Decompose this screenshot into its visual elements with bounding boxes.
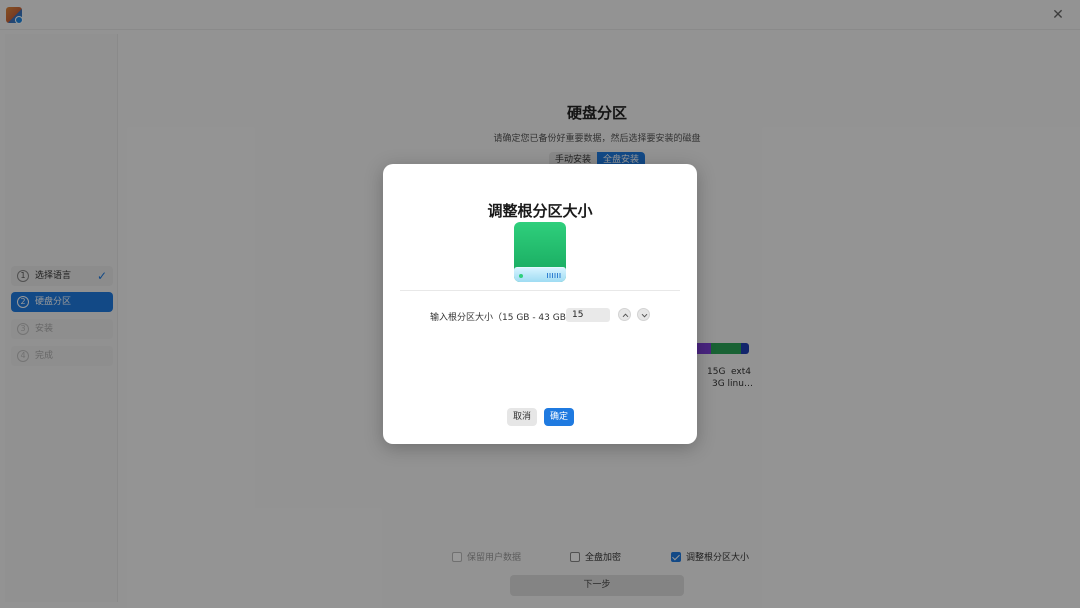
confirm-button[interactable]: 确定 (544, 408, 574, 426)
cancel-button[interactable]: 取消 (507, 408, 537, 426)
root-size-prompt: 输入根分区大小（15 GB - 43 GB) (430, 310, 569, 323)
dialog-title: 调整根分区大小 (383, 200, 697, 221)
decrease-button[interactable] (637, 308, 650, 321)
resize-root-dialog: 调整根分区大小 输入根分区大小（15 GB - 43 GB) 取消 确定 (383, 164, 697, 444)
chevron-down-icon (641, 312, 648, 319)
root-size-input[interactable] (566, 308, 610, 322)
chevron-up-icon (622, 312, 629, 319)
increase-button[interactable] (618, 308, 631, 321)
hard-disk-icon (514, 222, 566, 284)
divider (400, 290, 680, 291)
